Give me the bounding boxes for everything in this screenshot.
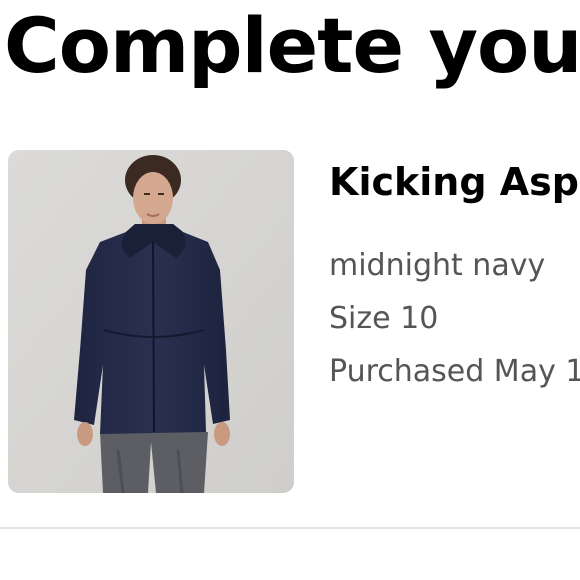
divider [0, 527, 580, 529]
purchase-date: Purchased May 1 [329, 354, 580, 389]
page: Complete your Kicking Asph midnight navy… [0, 0, 580, 580]
product-color: midnight navy [329, 248, 546, 283]
product-photo-illustration [8, 150, 294, 493]
page-title: Complete your [4, 1, 580, 90]
product-size: Size 10 [329, 301, 439, 336]
product-image[interactable] [8, 150, 294, 493]
product-name[interactable]: Kicking Asph [329, 160, 580, 206]
